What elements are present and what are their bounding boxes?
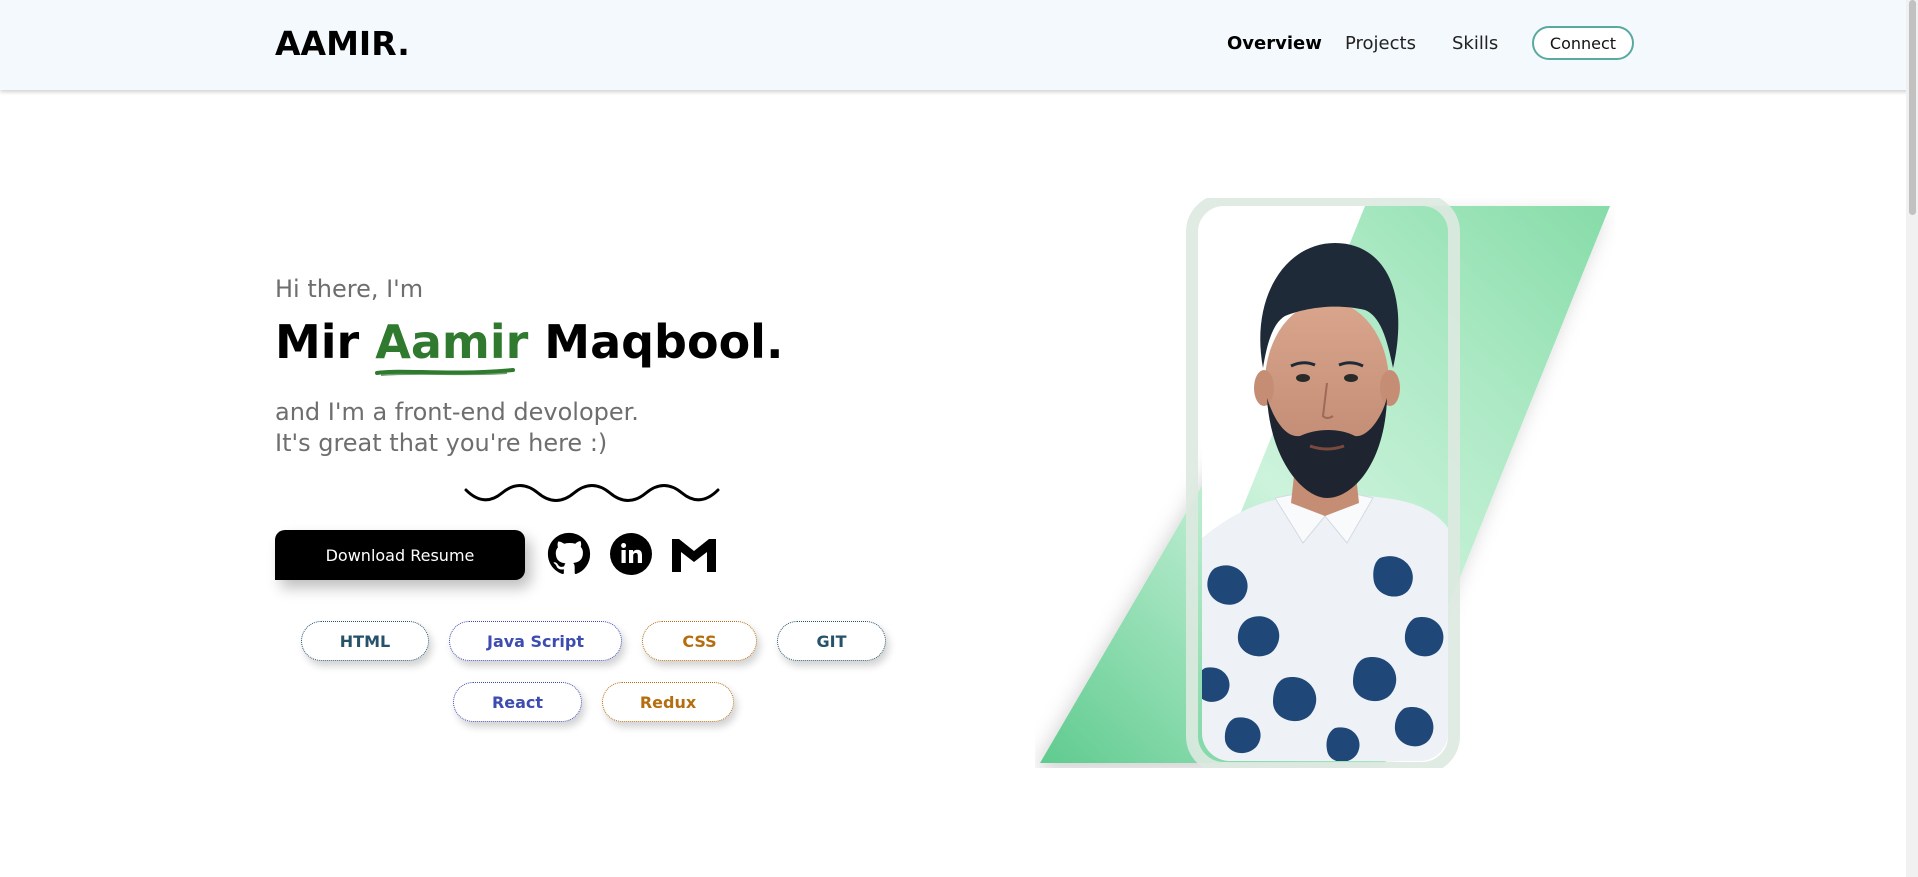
- page-scrollbar[interactable]: [1906, 0, 1918, 877]
- connect-button[interactable]: Connect: [1532, 26, 1634, 60]
- nav-overview[interactable]: Overview: [1227, 33, 1322, 54]
- nav-skills[interactable]: Skills: [1452, 33, 1498, 54]
- github-icon[interactable]: [547, 532, 591, 576]
- tagline-line-2: It's great that you're here :): [275, 429, 608, 457]
- gmail-icon[interactable]: [671, 532, 716, 576]
- skill-pill-html[interactable]: HTML: [301, 621, 429, 661]
- wave-divider-icon: [464, 484, 720, 502]
- skill-pill-css[interactable]: CSS: [642, 621, 757, 661]
- linkedin-icon[interactable]: [609, 532, 653, 576]
- name-highlight-text: Aamir: [375, 315, 529, 369]
- site-logo[interactable]: AAMIR.: [275, 24, 410, 63]
- skill-pill-javascript[interactable]: Java Script: [449, 621, 622, 661]
- skill-pill-react[interactable]: React: [453, 682, 582, 722]
- tagline-line-1: and I'm a front-end devoloper.: [275, 398, 639, 426]
- download-resume-button[interactable]: Download Resume: [275, 530, 525, 580]
- nav-projects[interactable]: Projects: [1345, 33, 1416, 54]
- hero-tagline: and I'm a front-end devoloper. It's grea…: [275, 397, 639, 459]
- name-prefix: Mir: [275, 315, 376, 369]
- name-highlight: Aamir: [375, 315, 529, 376]
- skill-pill-redux[interactable]: Redux: [602, 682, 734, 722]
- scrollbar-thumb[interactable]: [1909, 0, 1916, 215]
- hero-greeting: Hi there, I'm: [275, 275, 424, 303]
- hero-name: Mir Aamir Maqbool.: [275, 315, 784, 376]
- brush-underline-icon: [375, 368, 516, 376]
- profile-illustration: [1040, 198, 1610, 768]
- name-suffix: Maqbool.: [528, 315, 784, 369]
- site-header: AAMIR. Overview Projects Skills Connect: [0, 0, 1918, 90]
- skill-pill-git[interactable]: GIT: [777, 621, 886, 661]
